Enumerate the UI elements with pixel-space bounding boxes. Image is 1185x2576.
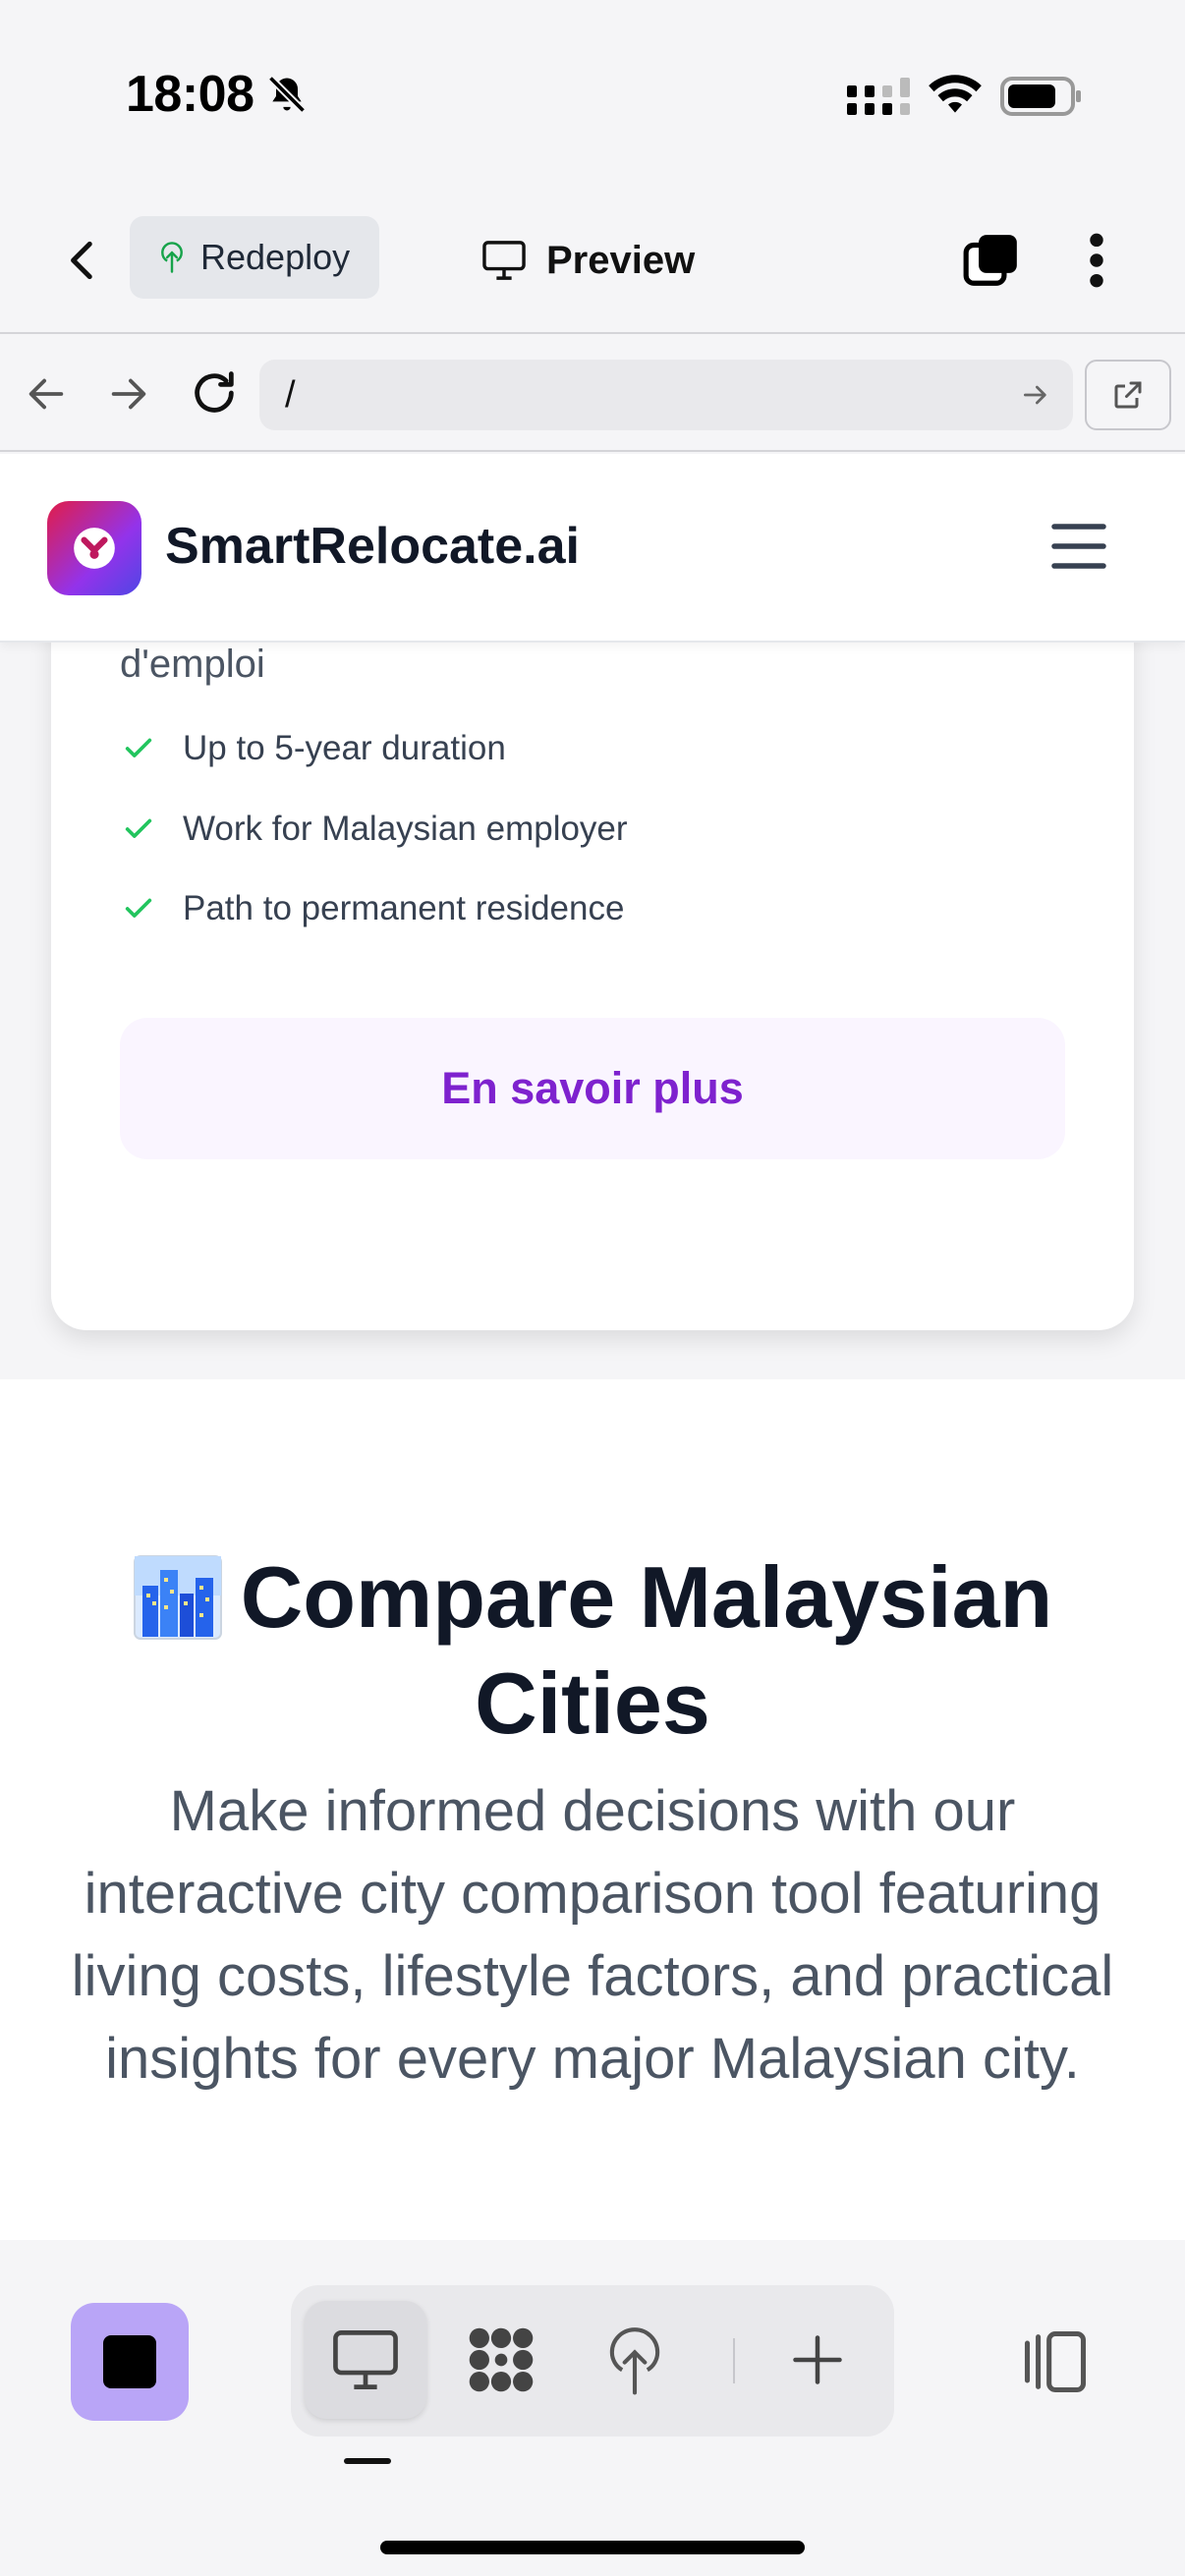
integrations-view-button[interactable] (440, 2301, 562, 2419)
section-title: Compare Malaysian Cities (0, 1544, 1185, 1757)
reload-icon[interactable] (189, 367, 240, 419)
open-external-button[interactable] (1085, 360, 1171, 430)
check-icon (125, 818, 152, 838)
compare-cities-section: Compare Malaysian Cities Make informed d… (0, 1379, 1185, 2240)
segment-divider (733, 2338, 735, 2383)
app-screen: 18:08 Redeploy Preview / SmartRelocate.a… (0, 0, 1185, 2576)
app-toolbar: Redeploy Preview (0, 187, 1185, 334)
preview-view-button[interactable] (305, 2301, 426, 2419)
brand-name[interactable]: SmartRelocate.ai (165, 517, 580, 576)
url-text: / (285, 373, 296, 416)
logo-mark-icon (74, 528, 115, 569)
signal-icon (847, 78, 910, 115)
wifi-icon (929, 75, 982, 113)
arrow-right-icon[interactable] (106, 371, 151, 417)
external-link-icon (1114, 381, 1142, 409)
deploy-tree-icon (161, 242, 183, 273)
battery-icon (1000, 77, 1081, 116)
active-tab-indicator (344, 2458, 391, 2464)
section-description: Make informed decisions with our interac… (71, 1779, 1114, 2091)
tabs-icon[interactable] (961, 230, 1022, 291)
monitor-icon (333, 2330, 398, 2389)
bell-slash-icon (267, 75, 307, 114)
brand-logo[interactable] (47, 501, 141, 595)
check-icon (125, 898, 152, 918)
preview-label: Preview (546, 238, 696, 282)
go-arrow-icon[interactable] (1020, 379, 1051, 411)
home-indicator (380, 2541, 805, 2554)
feature-text: Work for Malaysian employer (183, 810, 628, 848)
redeploy-label: Redeploy (200, 237, 351, 277)
redeploy-button[interactable]: Redeploy (130, 216, 379, 299)
plus-icon (793, 2335, 842, 2384)
cityscape-emoji-icon (133, 1555, 222, 1640)
preview-tab[interactable]: Preview (481, 226, 695, 295)
arrow-left-icon[interactable] (24, 371, 69, 417)
hamburger-menu-icon[interactable] (1049, 519, 1108, 574)
stop-icon (103, 2335, 156, 2388)
more-vertical-icon[interactable] (1077, 230, 1116, 291)
site-header: SmartRelocate.ai (0, 454, 1185, 643)
deploy-tree-icon (609, 2327, 660, 2395)
feature-item: Up to 5-year duration (122, 729, 506, 768)
learn-more-button[interactable]: En savoir plus (120, 1018, 1065, 1159)
feature-item: Path to permanent residence (122, 889, 624, 928)
card-subtitle: d'emploi (120, 643, 265, 686)
stop-button[interactable] (71, 2303, 189, 2421)
visa-section: d'emploi Up to 5-year duration Work for … (0, 454, 1185, 1379)
status-bar: 18:08 (0, 0, 1185, 187)
side-panel-icon[interactable] (1018, 2324, 1093, 2399)
browser-bar: / (0, 336, 1185, 452)
deploy-view-button[interactable] (574, 2301, 696, 2419)
add-button[interactable] (757, 2301, 878, 2419)
flower-grid-icon (469, 2327, 534, 2392)
feature-text: Up to 5-year duration (183, 729, 506, 767)
url-input[interactable]: / (259, 360, 1073, 430)
website-viewport: SmartRelocate.ai d'emploi Up to 5-year d… (0, 454, 1185, 2240)
feature-text: Path to permanent residence (183, 889, 625, 927)
section-title-line2: Cities (475, 1654, 710, 1752)
monitor-icon (482, 241, 526, 280)
status-time: 18:08 (126, 66, 254, 123)
section-title-line1: Compare Malaysian (240, 1548, 1053, 1646)
feature-item: Work for Malaysian employer (122, 810, 628, 849)
view-switcher (291, 2285, 894, 2436)
bottom-toolbar (0, 2240, 1185, 2576)
check-icon (125, 738, 152, 757)
back-chevron-icon[interactable] (59, 236, 108, 285)
